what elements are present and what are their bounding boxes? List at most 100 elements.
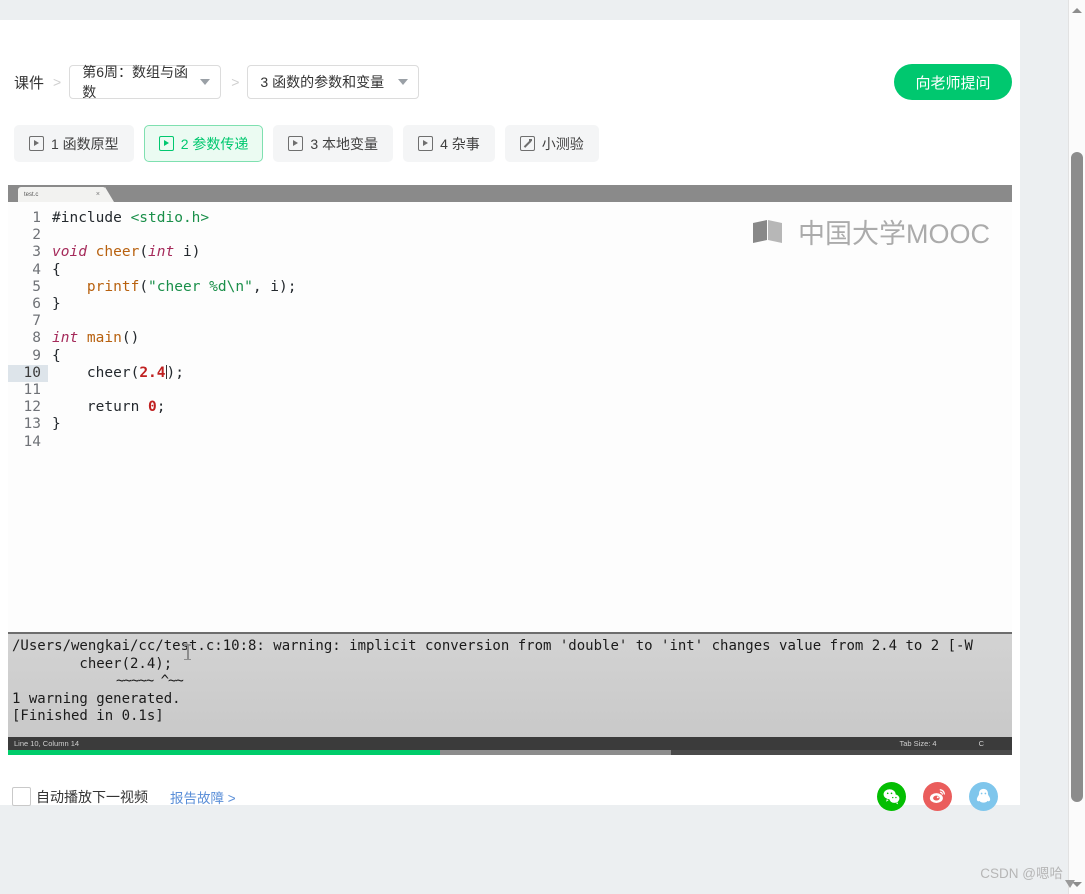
file-tab-label: test.c bbox=[24, 191, 39, 198]
mooc-logo-icon bbox=[751, 219, 791, 245]
code-token: } bbox=[52, 416, 61, 433]
code-token: () bbox=[121, 330, 140, 347]
scroll-up-arrow-icon[interactable] bbox=[1069, 2, 1085, 18]
code-token: , i); bbox=[252, 278, 297, 295]
line-number: 12 bbox=[23, 399, 41, 416]
code-token: 0 bbox=[148, 399, 157, 416]
chevron-down-icon bbox=[200, 79, 211, 85]
line-number: 6 bbox=[32, 296, 41, 313]
line-number: 1 bbox=[32, 210, 41, 226]
report-issue-link[interactable]: 报告故障 > bbox=[170, 787, 236, 807]
code-token: printf bbox=[52, 278, 140, 295]
breadcrumb: 课件 > 第6周：数组与函数 > 3 函数的参数和变量 bbox=[14, 62, 420, 102]
code-line: int main() bbox=[52, 330, 296, 347]
breadcrumb-separator-1: > bbox=[53, 74, 62, 90]
code-token: ( bbox=[139, 278, 149, 295]
lesson-select[interactable]: 3 函数的参数和变量 bbox=[247, 65, 420, 99]
tab-size-status: Tab Size: 4 bbox=[899, 739, 937, 748]
code-token: ( bbox=[139, 244, 149, 261]
language-status: C bbox=[978, 739, 984, 748]
line-number: 2 bbox=[32, 227, 41, 244]
console-line: ~~~~~ ^~~ bbox=[12, 673, 184, 689]
code-token: int bbox=[52, 330, 79, 347]
code-token: cheer bbox=[52, 364, 131, 381]
code-line: void cheer(int i) bbox=[52, 244, 296, 261]
qq-share-icon[interactable] bbox=[969, 782, 998, 811]
week-select[interactable]: 第6周：数组与函数 bbox=[69, 64, 222, 100]
tab-misc[interactable]: 4 杂事 bbox=[403, 125, 495, 162]
play-icon bbox=[288, 136, 304, 151]
code-editor[interactable]: 1 2 3 4 5 6 7 8 9 10 11 12 13 14 #includ… bbox=[8, 202, 1012, 632]
mooc-watermark: 中国大学MOOC bbox=[751, 212, 990, 251]
browser-scrollbar[interactable] bbox=[1068, 0, 1085, 894]
wechat-share-icon[interactable] bbox=[877, 782, 906, 811]
line-number: 8 bbox=[32, 330, 41, 347]
code-token: cheer bbox=[86, 244, 140, 261]
code-line: cheer(2.4); bbox=[52, 364, 296, 382]
lesson-tabs: 1 函数原型 2 参数传递 3 本地变量 4 杂事 小测验 bbox=[14, 125, 599, 162]
tab-label: 2 参数传递 bbox=[180, 135, 249, 152]
autoplay-label[interactable]: 自动播放下一视频 bbox=[36, 787, 148, 807]
close-icon[interactable]: × bbox=[96, 191, 100, 198]
console-line: 1 warning generated. bbox=[12, 690, 181, 707]
code-token: "cheer %d\n" bbox=[148, 278, 253, 295]
console-line: /Users/wengkai/cc/test.c:10:8: warning: … bbox=[12, 638, 973, 654]
pencil-icon bbox=[519, 136, 535, 151]
tab-label: 4 杂事 bbox=[440, 135, 480, 152]
editor-tabbar bbox=[8, 185, 1012, 202]
player-bottom-bar: 自动播放下一视频 报告故障 > bbox=[0, 768, 1020, 825]
code-token: <stdio.h> bbox=[130, 210, 210, 226]
code-token: { bbox=[52, 261, 61, 278]
scrollbar-thumb[interactable] bbox=[1071, 152, 1083, 802]
mouse-pointer-icon bbox=[1065, 880, 1075, 888]
line-number: 5 bbox=[32, 278, 41, 295]
lesson-select-label: 3 函数的参数和变量 bbox=[260, 74, 385, 90]
code-token: 2.4 bbox=[139, 364, 166, 381]
tab-quiz[interactable]: 小测验 bbox=[504, 125, 599, 162]
cursor-position-status: Line 10, Column 14 bbox=[14, 739, 80, 748]
code-line: printf("cheer %d\n", i); bbox=[52, 278, 297, 296]
lesson-card: 课件 > 第6周：数组与函数 > 3 函数的参数和变量 向老师提问 1 函数原型… bbox=[0, 20, 1020, 811]
weibo-share-icon[interactable] bbox=[923, 782, 952, 811]
editor-file-tab[interactable]: test.c × bbox=[18, 187, 106, 202]
file-tab-shape bbox=[105, 187, 114, 202]
breadcrumb-root[interactable]: 课件 bbox=[14, 72, 44, 93]
tab-function-prototype[interactable]: 1 函数原型 bbox=[14, 125, 134, 162]
play-icon bbox=[29, 136, 44, 151]
code-token: i) bbox=[174, 244, 201, 261]
video-played bbox=[8, 750, 440, 755]
tab-label: 3 本地变量 bbox=[310, 135, 379, 152]
video-progress-bar[interactable] bbox=[8, 750, 1012, 755]
ask-teacher-button[interactable]: 向老师提问 bbox=[894, 64, 1012, 100]
tab-local-variables[interactable]: 3 本地变量 bbox=[273, 125, 394, 162]
code-token: ( bbox=[130, 364, 140, 381]
text-ibeam-cursor bbox=[184, 644, 191, 660]
tab-parameter-passing[interactable]: 2 参数传递 bbox=[143, 125, 264, 162]
play-icon bbox=[418, 136, 434, 151]
code-line: return 0; bbox=[52, 399, 296, 416]
code-token: void bbox=[52, 244, 87, 261]
code-line: { bbox=[52, 262, 296, 279]
tab-label: 1 函数原型 bbox=[51, 135, 119, 152]
code-line: } bbox=[52, 416, 296, 433]
video-player[interactable]: test.c × 1 2 3 4 5 6 7 8 9 10 11 12 13 1… bbox=[8, 185, 1012, 755]
line-number: 7 bbox=[32, 313, 41, 330]
line-number: 13 bbox=[23, 416, 41, 433]
chevron-down-icon bbox=[398, 79, 409, 85]
line-number: 11 bbox=[23, 382, 41, 399]
week-select-label: 第6周：数组与函数 bbox=[82, 64, 188, 100]
line-number: 4 bbox=[32, 261, 41, 278]
code-line: { bbox=[52, 348, 296, 365]
console-line: cheer(2.4); bbox=[12, 655, 173, 672]
code-content: #include <stdio.h> void cheer(int i){ pr… bbox=[52, 210, 296, 451]
editor-status-bar: Line 10, Column 14 Tab Size: 4 C bbox=[8, 737, 1012, 750]
autoplay-checkbox[interactable] bbox=[12, 787, 31, 806]
code-token: { bbox=[52, 347, 61, 364]
mooc-watermark-text: 中国大学MOOC bbox=[798, 219, 990, 249]
line-number: 9 bbox=[32, 347, 41, 364]
page-root: 课件 > 第6周：数组与函数 > 3 函数的参数和变量 向老师提问 1 函数原型… bbox=[0, 0, 1069, 894]
code-token: main bbox=[78, 330, 122, 347]
